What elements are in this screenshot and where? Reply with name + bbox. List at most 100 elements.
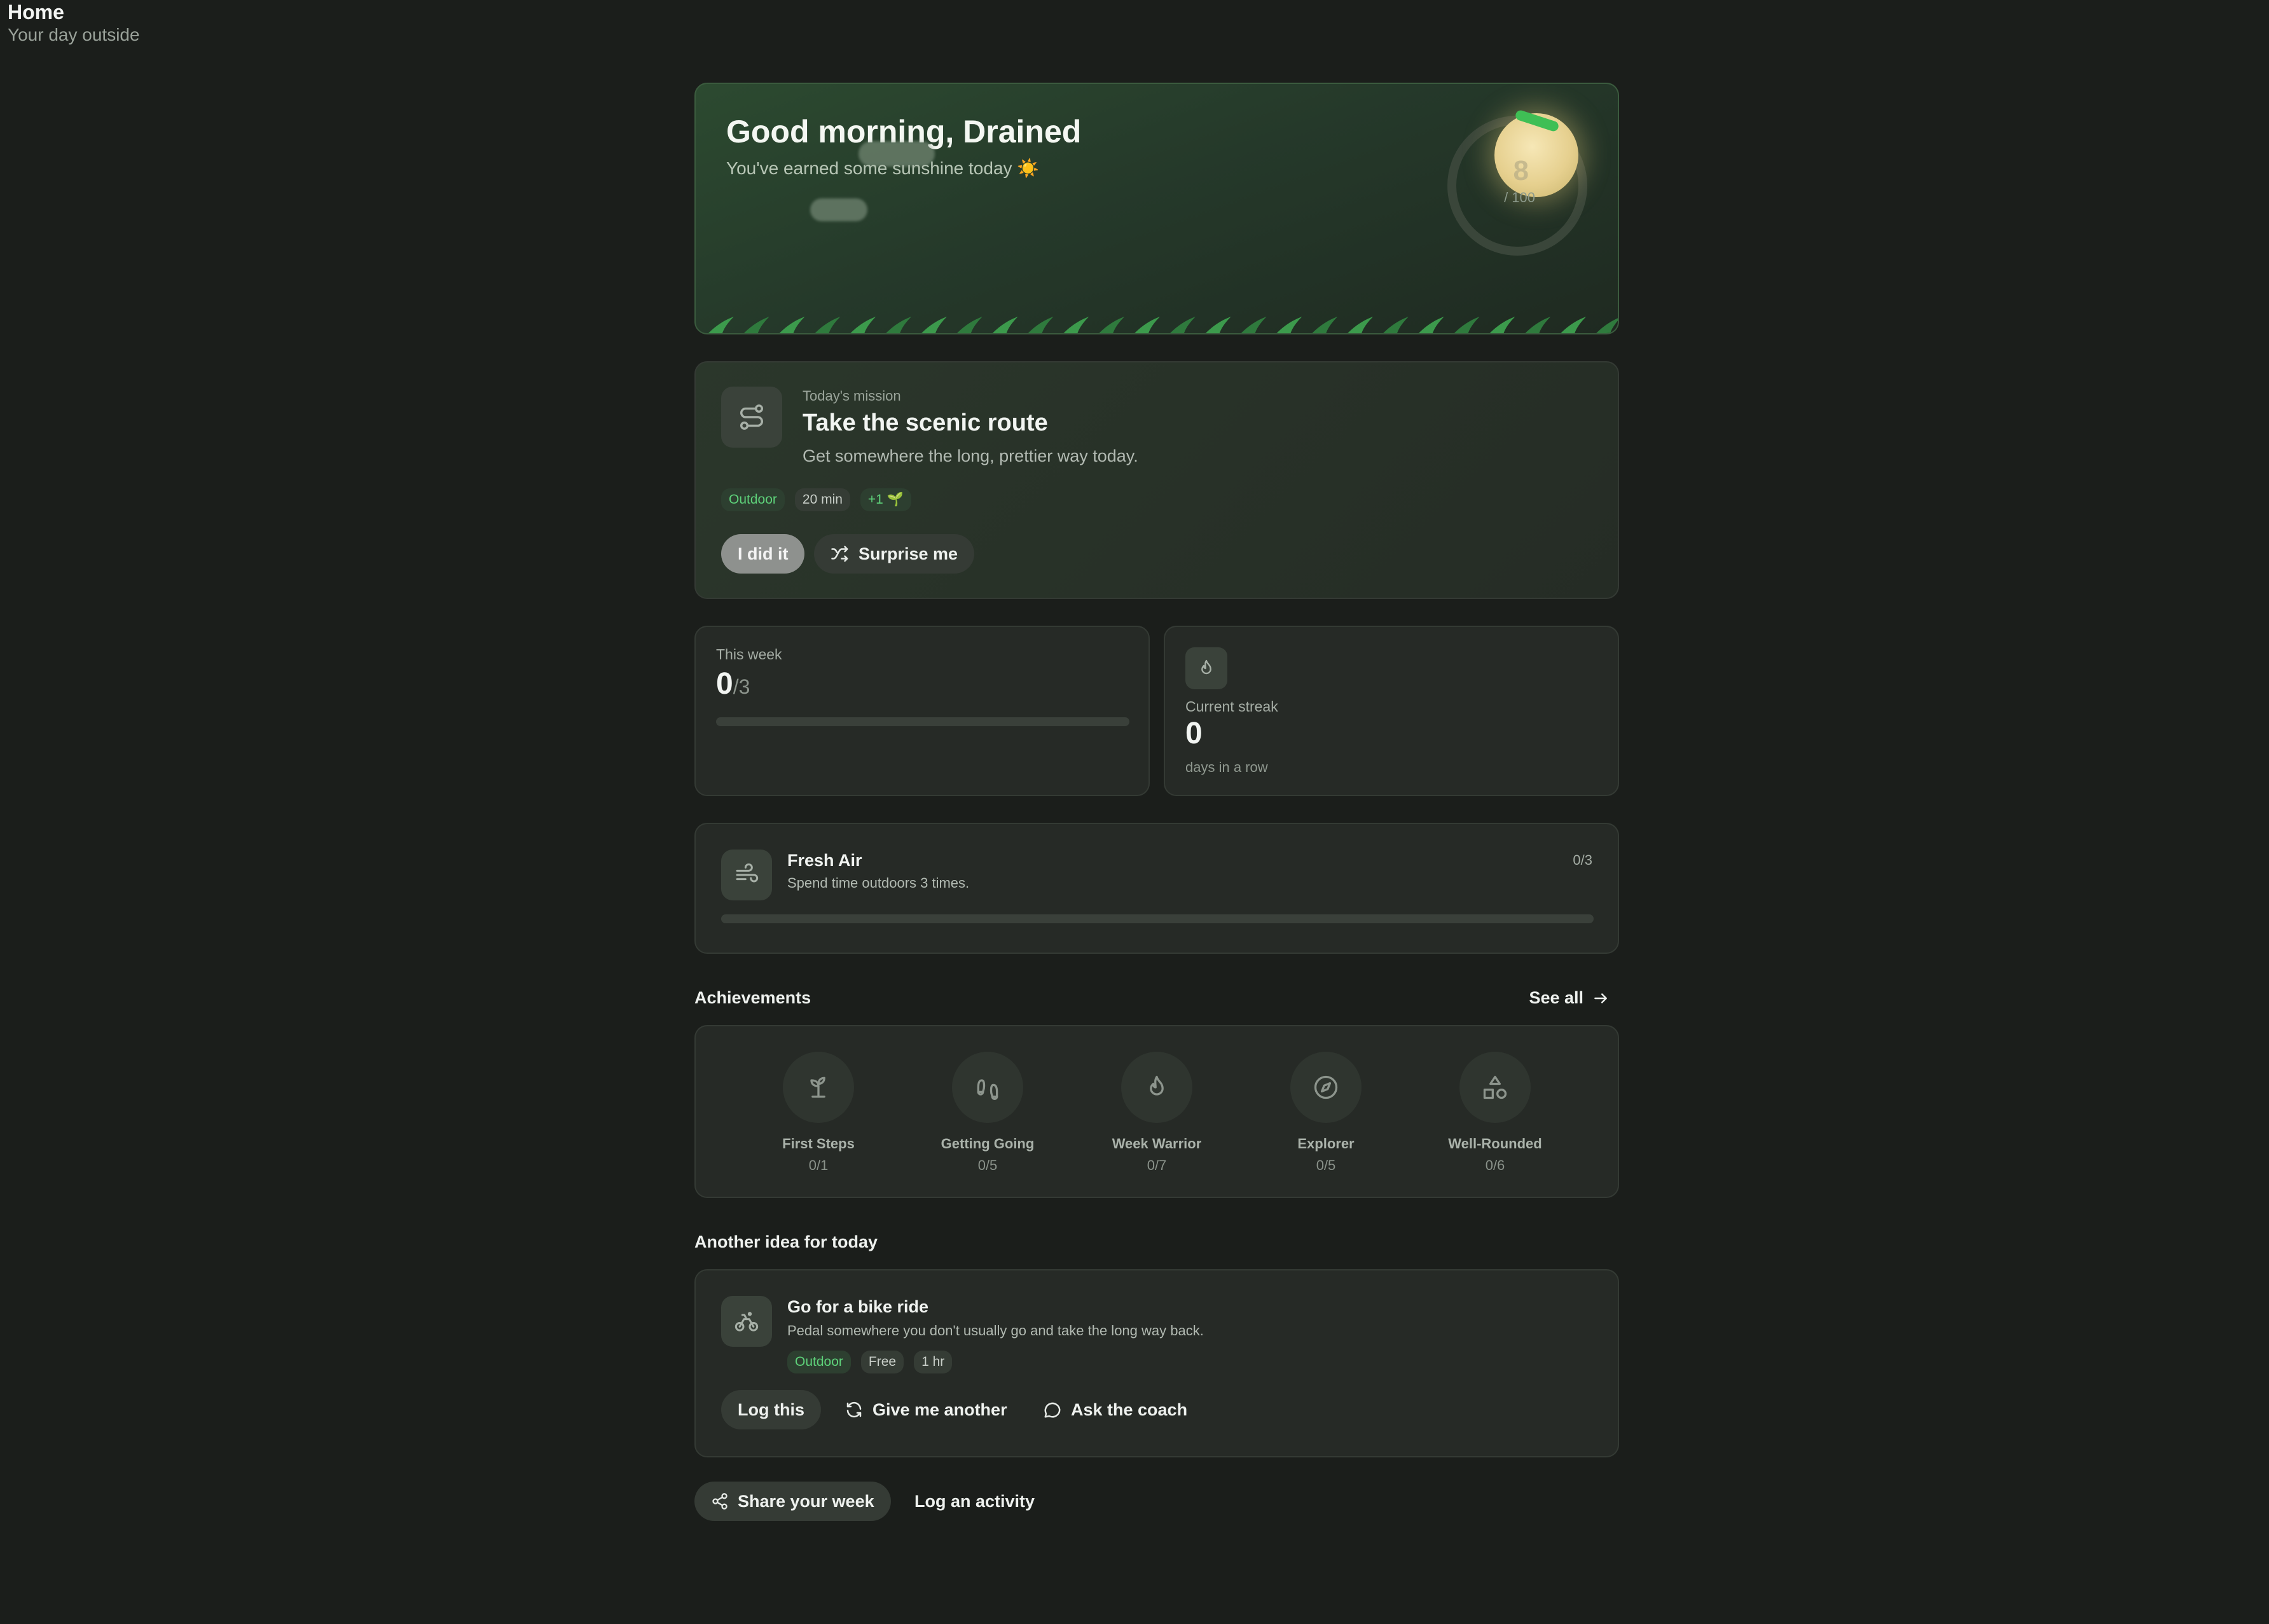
sunshine-score: 8 — [1513, 155, 1529, 186]
grass-blade — [1169, 317, 1196, 333]
achievement-progress: 0/1 — [808, 1157, 829, 1173]
challenge-description: Spend time outdoors 3 times. — [787, 875, 970, 891]
grass-blade — [1525, 317, 1551, 333]
chat-icon — [1043, 1400, 1062, 1419]
achievement-week-warrior[interactable]: Week Warrior 0/7 — [1087, 1026, 1227, 1197]
grass-blade — [1348, 317, 1374, 333]
achievement-progress: 0/6 — [1485, 1157, 1505, 1173]
share-your-week-label: Share your week — [738, 1491, 874, 1511]
give-me-another-label: Give me another — [872, 1400, 1007, 1419]
grass-blade — [1454, 317, 1480, 333]
grass-blade — [956, 317, 983, 333]
grass-blade — [1276, 317, 1302, 333]
grass-blade — [1205, 317, 1231, 333]
fresh-air-challenge-card[interactable]: Fresh Air Spend time outdoors 3 times. 0… — [694, 823, 1619, 954]
flame-icon — [1185, 647, 1227, 689]
floating-cloud — [810, 198, 867, 221]
achievements-heading: Achievements — [694, 988, 811, 1007]
achievement-name: Getting Going — [941, 1136, 1035, 1152]
share-your-week-button[interactable]: Share your week — [694, 1482, 891, 1521]
log-an-activity-button[interactable]: Log an activity — [914, 1482, 1035, 1521]
streak-value: 0 — [1185, 717, 1203, 750]
challenge-progress-bar — [721, 914, 1594, 923]
floating-cloud — [859, 141, 935, 167]
grass-blade — [1596, 318, 1618, 333]
sunshine-score-max: / 100 — [1504, 189, 1535, 205]
achievement-name: Week Warrior — [1112, 1136, 1202, 1152]
achievement-first-steps[interactable]: First Steps 0/1 — [748, 1026, 888, 1197]
page-subtitle: Your day outside — [8, 25, 140, 45]
grass-blade — [708, 317, 734, 333]
this-week-count: 0/3 — [716, 666, 750, 701]
tag-outdoor: Outdoor — [721, 488, 785, 511]
grass-blade — [1489, 317, 1515, 333]
stats-row: This week 0/3 Current streak 0 days in a… — [694, 626, 1619, 796]
bike-icon — [721, 1296, 772, 1347]
achievement-name: First Steps — [782, 1136, 855, 1152]
page-header: Home Your day outside — [8, 0, 140, 46]
mission-title: Take the scenic route — [803, 409, 1048, 436]
ask-the-coach-label: Ask the coach — [1071, 1400, 1188, 1419]
grass-blade — [1134, 317, 1160, 333]
arrow-right-icon — [1592, 990, 1609, 1007]
grass-blade — [850, 317, 876, 333]
achievement-name: Explorer — [1297, 1136, 1355, 1152]
achievement-name: Well-Rounded — [1448, 1136, 1542, 1152]
idea-tags: Outdoor Free 1 hr — [787, 1351, 953, 1373]
achievements-card: First Steps 0/1 Getting Going 0/5 Week W… — [694, 1025, 1619, 1198]
achievement-progress: 0/5 — [977, 1157, 998, 1173]
main-column: Good morning, Drained You've earned some… — [694, 83, 1619, 1526]
grass-blade — [1383, 317, 1409, 333]
grass-blade — [992, 317, 1018, 333]
idea-card: Go for a bike ride Pedal somewhere you d… — [694, 1269, 1619, 1457]
streak-label: Current streak — [1185, 698, 1278, 715]
achievement-getting-going[interactable]: Getting Going 0/5 — [918, 1026, 1058, 1197]
log-this-button[interactable]: Log this — [721, 1390, 821, 1429]
grass-blade — [1418, 317, 1444, 333]
challenge-title: Fresh Air — [787, 851, 862, 870]
sprout-icon — [783, 1052, 854, 1123]
see-all-link[interactable]: See all — [1529, 988, 1609, 1008]
grass-blade — [1099, 317, 1125, 333]
i-did-it-button[interactable]: I did it — [721, 534, 805, 574]
this-week-card: This week 0/3 — [694, 626, 1150, 796]
current-streak-card: Current streak 0 days in a row — [1164, 626, 1619, 796]
mission-description: Get somewhere the long, prettier way tod… — [803, 446, 1138, 465]
tag-reward: +1 🌱 — [860, 488, 911, 511]
streak-unit: days in a row — [1185, 759, 1268, 775]
todays-mission-card: Today's mission Take the scenic route Ge… — [694, 361, 1619, 599]
surprise-me-label: Surprise me — [859, 544, 958, 563]
idea-title: Go for a bike ride — [787, 1297, 929, 1316]
week-progress-bar — [716, 717, 1129, 726]
grass-blade — [921, 317, 947, 333]
this-week-total: /3 — [733, 675, 750, 698]
idea-heading: Another idea for today — [694, 1232, 878, 1251]
this-week-done: 0 — [716, 667, 733, 701]
compass-icon — [1290, 1052, 1362, 1123]
flame-icon — [1121, 1052, 1192, 1123]
idea-description: Pedal somewhere you don't usually go and… — [787, 1323, 1204, 1338]
surprise-me-button[interactable]: Surprise me — [814, 534, 975, 574]
grass-blade — [743, 317, 769, 333]
footprints-icon — [952, 1052, 1023, 1123]
tag-duration: 20 min — [794, 488, 850, 511]
grass-blade — [1063, 317, 1089, 333]
greeting-hero: Good morning, Drained You've earned some… — [694, 83, 1619, 334]
i-did-it-label: I did it — [738, 544, 789, 563]
grass-blade — [1028, 317, 1054, 333]
route-icon — [721, 387, 782, 448]
mission-tags: Outdoor 20 min +1 🌱 — [721, 488, 911, 511]
give-me-another-button[interactable]: Give me another — [845, 1390, 1007, 1429]
ask-the-coach-button[interactable]: Ask the coach — [1043, 1390, 1187, 1429]
log-an-activity-label: Log an activity — [914, 1491, 1035, 1511]
grass-blade — [1312, 317, 1338, 333]
grass-blade — [1561, 317, 1587, 333]
achievement-well-rounded[interactable]: Well-Rounded 0/6 — [1425, 1026, 1565, 1197]
log-this-label: Log this — [738, 1400, 804, 1419]
grass-blade — [1241, 317, 1267, 333]
this-week-label: This week — [716, 646, 782, 663]
achievement-explorer[interactable]: Explorer 0/5 — [1256, 1026, 1396, 1197]
achievements-header: Achievements See all — [694, 979, 1619, 1017]
page-title: Home — [8, 1, 64, 24]
challenge-count: 0/3 — [1573, 852, 1592, 868]
